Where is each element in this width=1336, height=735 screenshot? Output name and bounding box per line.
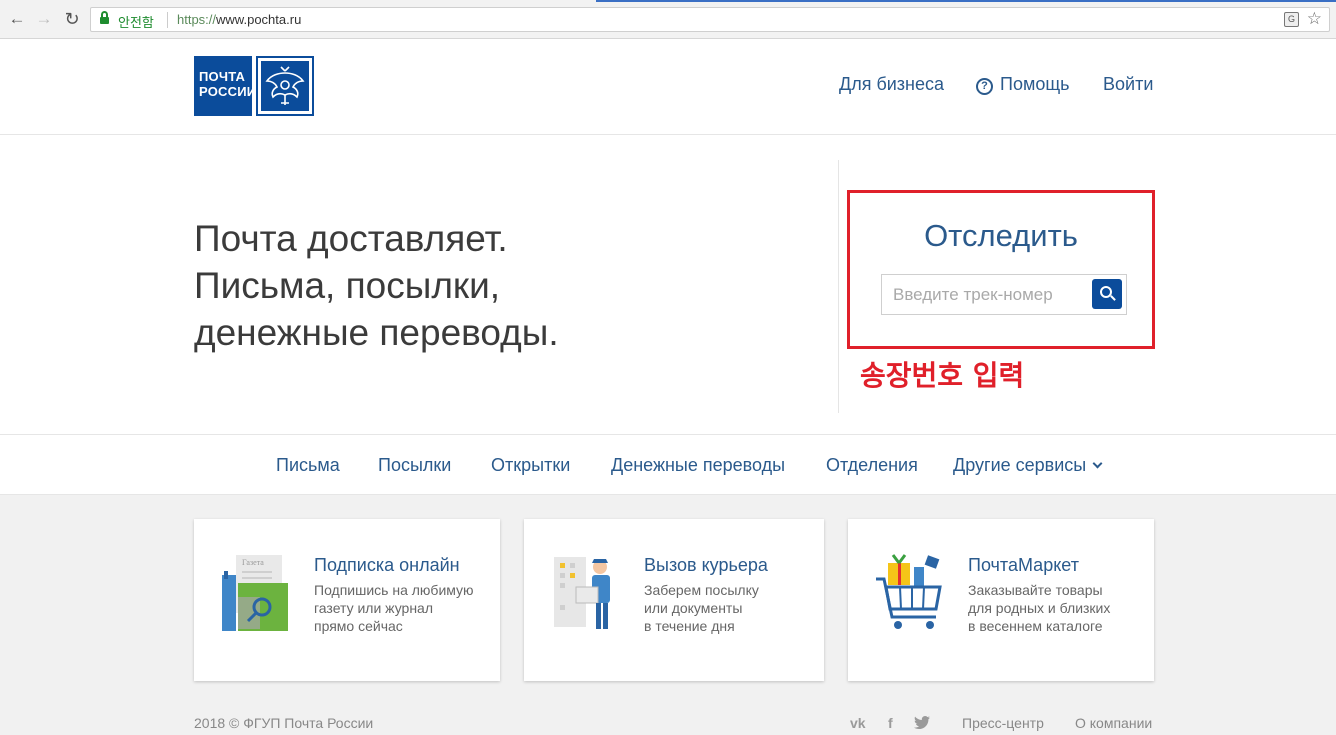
nav-item-postcards[interactable]: Открытки	[491, 455, 570, 476]
nav-item-offices[interactable]: Отделения	[826, 455, 918, 476]
card-title: Подписка онлайн	[314, 555, 460, 575]
facebook-icon[interactable]: f	[888, 715, 893, 731]
lock-icon	[100, 11, 109, 24]
forward-arrow-icon[interactable]: →	[34, 9, 54, 29]
footer-copyright: 2018 © ФГУП Почта России	[194, 715, 374, 731]
main-nav: Письма Посылки Открытки Денежные перевод…	[0, 434, 1336, 495]
login-link[interactable]: Войти	[1103, 74, 1153, 95]
translate-icon[interactable]: G	[1284, 12, 1299, 27]
track-number-input[interactable]	[882, 275, 1087, 314]
tracking-form	[881, 274, 1127, 315]
newspaper-magnifier-icon: Газета	[220, 553, 292, 633]
address-bar[interactable]: 안전함 https://www.pochta.ru G ☆	[90, 7, 1330, 32]
footer-link-about[interactable]: О компании	[1075, 715, 1152, 731]
track-search-button[interactable]	[1092, 279, 1122, 309]
reload-icon[interactable]: ↻	[62, 9, 82, 29]
hero-headline: Почта доставляет. Письма, посылки, денеж…	[194, 218, 559, 353]
url-text[interactable]: https://www.pochta.ru	[177, 12, 301, 27]
card-description: Заберем посылку или документы в течение …	[644, 582, 759, 634]
bookmark-star-icon[interactable]: ☆	[1307, 9, 1322, 29]
secure-label: 안전함	[118, 16, 154, 31]
tracking-highlight-box	[847, 190, 1155, 349]
tracking-title: Отследить	[924, 218, 1078, 253]
logo[interactable]: ПОЧТА РОССИИ	[194, 56, 256, 116]
browser-toolbar: ← → ↻ 안전함 https://www.pochta.ru G ☆	[0, 0, 1336, 39]
nav-item-letters[interactable]: Письма	[276, 455, 340, 476]
services-area: Газета Подписка онлайн Подпишись на люби…	[0, 495, 1336, 735]
card-subscription[interactable]: Газета Подписка онлайн Подпишись на люби…	[194, 519, 500, 681]
shopping-cart-icon	[874, 553, 946, 633]
twitter-icon[interactable]	[914, 716, 930, 732]
card-description: Заказывайте товары для родных и близких …	[968, 582, 1111, 634]
card-title: ПочтаМаркет	[968, 555, 1079, 575]
back-arrow-icon[interactable]: ←	[7, 9, 27, 29]
business-link[interactable]: Для бизнеса	[839, 74, 944, 95]
card-title: Вызов курьера	[644, 555, 768, 575]
site-header: ПОЧТА РОССИИ Для бизнеса ? Помощь Войти	[0, 40, 1336, 135]
card-courier[interactable]: Вызов курьера Заберем посылку или докуме…	[524, 519, 824, 681]
hero-divider	[838, 160, 839, 413]
eagle-emblem-icon[interactable]	[256, 56, 314, 116]
nav-item-money-transfers[interactable]: Денежные переводы	[611, 455, 785, 476]
footer-link-press[interactable]: Пресс-центр	[962, 715, 1044, 731]
tracking-annotation: 송장번호 입력	[860, 359, 1025, 392]
url-divider	[167, 12, 168, 28]
nav-item-other-services[interactable]: Другие сервисы	[953, 455, 1103, 476]
card-description: Подпишись на любимую газету или журнал п…	[314, 582, 474, 634]
help-link[interactable]: ? Помощь	[976, 74, 1070, 95]
help-circle-icon: ?	[976, 78, 993, 95]
nav-item-parcels[interactable]: Посылки	[378, 455, 451, 476]
vk-icon[interactable]: vk	[850, 715, 866, 731]
courier-icon	[550, 553, 622, 633]
svg-text:Газета: Газета	[242, 558, 264, 567]
tab-strip-edge	[596, 0, 1336, 2]
chevron-down-icon	[1092, 458, 1103, 469]
card-pochtamarket[interactable]: ПочтаМаркет Заказывайте товары для родны…	[848, 519, 1154, 681]
